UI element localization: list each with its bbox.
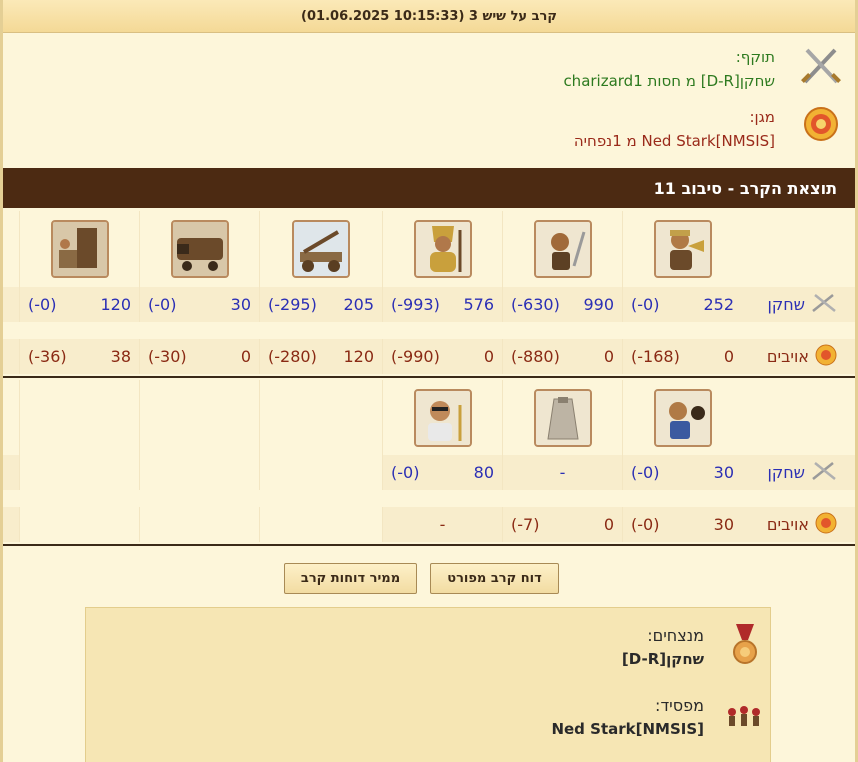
group1-player-row: שחקן 252 (0-) 990 (630-) 576 (993-) 205 (295… <box>3 287 855 322</box>
spartan-unit-icon <box>413 220 472 278</box>
detailed-report-button[interactable]: דוח קרב מפורט <box>430 563 559 594</box>
unit-count: 0 <box>723 347 734 366</box>
round-header: תוצאת הקרב - סיבוב 11 <box>3 168 855 208</box>
unit-loss: (0-) <box>391 463 420 482</box>
unit-count: 0 <box>483 347 494 366</box>
convert-reports-button[interactable]: ממיר דוחות קרב <box>284 563 417 594</box>
crossed-swords-small-icon <box>811 293 837 317</box>
unit-count: 0 <box>603 515 614 534</box>
unit-count: 80 <box>473 463 494 482</box>
unit-loss: (36-) <box>28 347 67 366</box>
side-label-enemies: אויבים <box>766 347 809 366</box>
medal-icon <box>730 624 760 672</box>
unit-count: 120 <box>100 295 131 314</box>
unit-loss: (280-) <box>268 347 317 366</box>
attacker-name[interactable]: שחקן[D-R] מ חסות charizard1 <box>563 72 775 90</box>
side-label-enemies: אויבים <box>766 515 809 534</box>
unit-count: 990 <box>583 295 614 314</box>
unit-count: 38 <box>110 347 131 366</box>
unit-loss: (168-) <box>631 347 680 366</box>
battle-report: קרב על שיש 3 (10:15:33 01.06.2025) תוקף:… <box>0 0 858 762</box>
unit-loss: (0-) <box>631 295 660 314</box>
attacker-block: תוקף: שחקן[D-R] מ חסות charizard1 <box>3 40 855 98</box>
outcome-panel: מנצחים: שחקן[D-R] מפסיד: Ned Stark[NMSIS… <box>85 607 771 762</box>
unit-loss: (7-) <box>511 515 540 534</box>
shield-small-icon <box>815 512 837 538</box>
loser-name[interactable]: Ned Stark[NMSIS] <box>551 720 704 738</box>
wall-unit-icon <box>533 388 592 447</box>
unit-loss: (880-) <box>511 347 560 366</box>
unit-count: 30 <box>230 295 251 314</box>
siege-tower-unit-icon <box>50 220 109 278</box>
unit-count: 0 <box>603 347 614 366</box>
side-label-player: שחקן <box>767 295 806 314</box>
unit-loss: (993-) <box>391 295 440 314</box>
shield-icon <box>803 106 839 142</box>
defender-name[interactable]: Ned Stark[NMSIS] מ 1נפחיה <box>574 132 775 150</box>
divider <box>3 376 855 378</box>
doctor-unit-icon <box>413 388 472 447</box>
unit-loss: (990-) <box>391 347 440 366</box>
unit-count: - <box>559 463 566 482</box>
unit-loss: (630-) <box>511 295 560 314</box>
unit-loss: (295-) <box>268 295 317 314</box>
fleeing-soldiers-icon <box>724 700 764 734</box>
unit-count: 0 <box>240 347 251 366</box>
catapult-unit-icon <box>292 220 350 278</box>
unit-icons-row <box>3 211 855 287</box>
winners-name[interactable]: שחקן[D-R] <box>622 650 704 668</box>
attacker-label: תוקף: <box>735 48 775 66</box>
divider <box>3 544 855 546</box>
unit-count: 30 <box>713 515 734 534</box>
unit-icons-row-2 <box>3 380 855 455</box>
unit-count: 252 <box>703 295 734 314</box>
ram-unit-icon <box>170 220 229 278</box>
group2-player-row: שחקן 30 (0-) - 80 (0-) <box>3 455 855 490</box>
unit-loss: (0-) <box>148 295 177 314</box>
report-title: קרב על שיש 3 (10:15:33 01.06.2025) <box>3 0 855 33</box>
loser-label: מפסיד: <box>655 696 704 715</box>
trumpeter-unit-icon <box>653 220 712 278</box>
crossed-swords-small-icon <box>811 461 837 485</box>
defender-label: מגן: <box>749 108 775 126</box>
unit-loss: (0-) <box>631 515 660 534</box>
swordsman-unit-icon <box>533 220 592 278</box>
defender-block: מגן: Ned Stark[NMSIS] מ 1נפחיה <box>3 104 855 162</box>
group1-enemies-row: אויבים 0 (168-) 0 (880-) 0 (990-) 120 (280-)… <box>3 339 855 374</box>
unit-count: 30 <box>713 463 734 482</box>
shield-small-icon <box>815 344 837 370</box>
unit-loss: (0-) <box>28 295 57 314</box>
unit-loss: (30-) <box>148 347 187 366</box>
unit-count: 120 <box>343 347 374 366</box>
crossed-swords-icon <box>799 44 843 88</box>
unit-loss: (0-) <box>631 463 660 482</box>
winners-label: מנצחים: <box>647 626 704 645</box>
unit-count: - <box>439 515 446 534</box>
thrower-unit-icon <box>653 388 712 447</box>
unit-count: 205 <box>343 295 374 314</box>
unit-count: 576 <box>463 295 494 314</box>
side-label-player: שחקן <box>767 463 806 482</box>
group2-enemies-row: אויבים 30 (0-) 0 (7-) - <box>3 507 855 542</box>
